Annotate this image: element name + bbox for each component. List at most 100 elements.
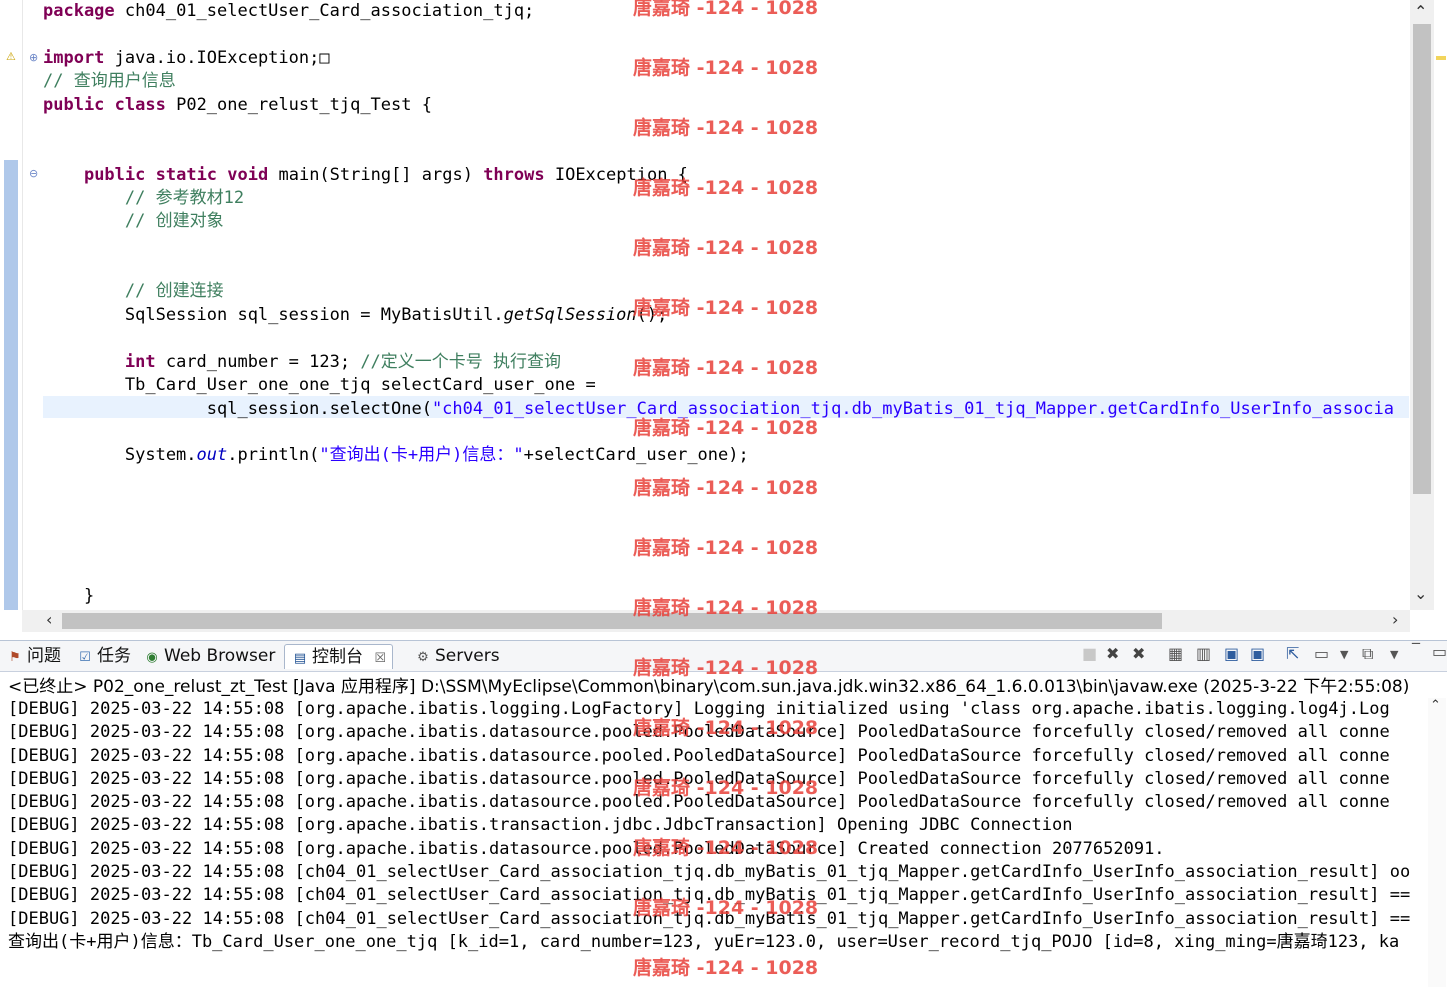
string-token: "查询出(卡+用户)信息：" xyxy=(319,445,524,465)
close-tab-icon[interactable]: ☒ xyxy=(374,651,386,666)
scroll-left-arrow-icon[interactable]: ‹ xyxy=(46,610,52,629)
code-line[interactable]: package ch04_01_selectUser_Card_associat… xyxy=(43,0,534,23)
comment-token: // 查询用户信息 xyxy=(43,71,176,91)
code-line[interactable]: SqlSession sql_session = MyBatisUtil.get… xyxy=(43,304,667,327)
editor-horizontal-scroll-thumb[interactable] xyxy=(62,613,1162,629)
tab-label: Servers xyxy=(435,646,500,666)
console-scroll-up-icon[interactable]: ⌃ xyxy=(1430,698,1441,713)
code-token: (); xyxy=(636,305,668,325)
code-line[interactable]: sql_session.selectOne("ch04_01_selectUse… xyxy=(43,398,1394,421)
keyword-token: throws xyxy=(483,165,545,185)
code-token: getSqlSession xyxy=(503,305,637,325)
expand-fold-icon[interactable]: ⊕ xyxy=(29,51,38,64)
comment-token: // 创建连接 xyxy=(124,281,224,301)
clear-console-icon[interactable]: ▦ xyxy=(1168,644,1183,663)
problems-icon: ⚑ xyxy=(9,650,21,665)
terminate-icon[interactable]: ■ xyxy=(1082,644,1097,663)
keyword-token: package xyxy=(43,1,115,21)
code-line[interactable]: // 参考教材12 xyxy=(43,187,244,210)
warning-icon: ⚠ xyxy=(6,50,16,63)
console-line: 查询出(卡+用户)信息：Tb_Card_User_one_one_tjq [k_… xyxy=(8,931,1400,952)
code-line[interactable]: // 创建对象 xyxy=(43,210,224,233)
comment-token: //定义一个卡号 执行查询 xyxy=(360,352,562,372)
console-line: [DEBUG] 2025-03-22 14:55:08 [org.apache.… xyxy=(8,722,1390,743)
open-console-icon[interactable]: ⧉ xyxy=(1362,644,1373,664)
code-token: P02_one_relust_tjq_Test { xyxy=(165,95,432,115)
tab-label: 任务 xyxy=(97,646,131,666)
code-line[interactable]: System.out.println("查询出(卡+用户)信息："+select… xyxy=(43,444,749,467)
show-console-on-output-icon[interactable]: ▣ xyxy=(1250,644,1265,663)
minimize-icon[interactable]: ‾ xyxy=(1412,640,1420,659)
servers-icon: ⚙ xyxy=(417,650,429,665)
code-token: SqlSession sql_session = MyBatisUtil. xyxy=(43,305,504,325)
console-line: [DEBUG] 2025-03-22 14:55:08 [org.apache.… xyxy=(8,815,1073,836)
pin-console-icon[interactable]: ⇱ xyxy=(1286,644,1299,663)
selection-range-bar xyxy=(4,160,18,610)
keyword-token: int xyxy=(124,352,156,372)
overview-ruler-marker[interactable] xyxy=(1436,56,1446,60)
console-line: [DEBUG] 2025-03-22 14:55:08 [ch04_01_sel… xyxy=(8,885,1411,906)
code-token: out xyxy=(196,445,228,465)
code-token: IOException { xyxy=(544,165,688,185)
console-line: [DEBUG] 2025-03-22 14:55:08 [org.apache.… xyxy=(8,792,1390,813)
console-line: [DEBUG] 2025-03-22 14:55:08 [ch04_01_sel… xyxy=(8,862,1411,883)
code-line[interactable]: int card_number = 123; //定义一个卡号 执行查询 xyxy=(43,351,561,374)
scroll-up-arrow-icon[interactable]: ⌃ xyxy=(1414,2,1427,21)
console-launch-header: <已终止> P02_one_relust_zt_Test [Java 应用程序]… xyxy=(8,677,1410,697)
code-token: main(String[] args) xyxy=(268,165,484,185)
web-browser-icon: ◉ xyxy=(146,650,158,665)
keyword-token: public xyxy=(83,165,146,185)
chevron-down-icon[interactable]: ▼ xyxy=(1390,648,1398,661)
tab-servers[interactable]: ⚙ Servers xyxy=(414,644,500,668)
code-token: □ xyxy=(319,48,330,68)
code-line[interactable]: } xyxy=(43,585,94,608)
code-token: Tb_Card_User_one_one_tjq selectCard_user… xyxy=(43,375,596,395)
remove-launch-icon[interactable]: ✖ xyxy=(1106,644,1119,663)
keyword-token: static xyxy=(155,165,218,185)
code-line[interactable]: import java.io.IOException;□ xyxy=(43,47,330,70)
code-line[interactable]: Tb_Card_User_one_one_tjq selectCard_user… xyxy=(43,374,596,397)
tasks-icon: ☑ xyxy=(79,650,91,665)
keyword-token: public xyxy=(43,95,105,115)
console-line: [DEBUG] 2025-03-22 14:55:08 [org.apache.… xyxy=(8,699,1390,719)
code-editor[interactable]: ⚠ ⊕ ⊖ package ch04_01_selectUser_Card_as… xyxy=(0,0,1447,632)
code-line[interactable]: // 查询用户信息 xyxy=(43,70,176,93)
code-line[interactable]: public class P02_one_relust_tjq_Test { xyxy=(43,94,432,117)
code-token: card_number = 123; xyxy=(155,352,361,372)
keyword-token: import xyxy=(43,48,105,68)
code-line[interactable]: public static void main(String[] args) t… xyxy=(43,164,688,187)
console-output[interactable]: [DEBUG] 2025-03-22 14:55:08 [org.apache.… xyxy=(8,698,1428,987)
code-token: ch04_01_selectUser_Card_association_tjq; xyxy=(114,1,535,21)
display-selected-console-icon[interactable]: ▭ xyxy=(1314,644,1329,663)
comment-token: // 参考教材12 xyxy=(124,188,245,208)
tab-problems[interactable]: ⚑ 问题 xyxy=(6,644,61,668)
tab-web-browser[interactable]: ◉ Web Browser xyxy=(143,644,275,668)
collapse-fold-icon[interactable]: ⊖ xyxy=(29,167,38,180)
chevron-down-icon[interactable]: ▼ xyxy=(1340,648,1348,661)
tab-console[interactable]: ▤ 控制台 ☒ xyxy=(284,644,394,669)
code-token: java.io.IOException; xyxy=(104,48,320,68)
remove-all-terminated-icon[interactable]: ✖ xyxy=(1132,644,1145,663)
scroll-right-arrow-icon[interactable]: › xyxy=(1392,610,1398,629)
console-vertical-scrollbar[interactable] xyxy=(1428,698,1446,987)
scroll-down-arrow-icon[interactable]: ⌄ xyxy=(1414,584,1427,603)
tab-label: 问题 xyxy=(27,646,61,666)
maximize-icon[interactable]: ▭ xyxy=(1432,642,1447,661)
scroll-lock-icon[interactable]: ▥ xyxy=(1196,644,1211,663)
code-token: sql_session.selectOne( xyxy=(43,399,432,419)
tab-tasks[interactable]: ☑ 任务 xyxy=(76,644,131,668)
code-line[interactable]: // 创建连接 xyxy=(43,280,224,303)
console-line: [DEBUG] 2025-03-22 14:55:08 [org.apache.… xyxy=(8,745,1390,766)
comment-token: // 创建对象 xyxy=(124,211,224,231)
keyword-token: class xyxy=(114,95,166,115)
editor-vertical-scroll-thumb[interactable] xyxy=(1413,24,1431,494)
tab-label: Web Browser xyxy=(164,646,276,666)
console-line: [DEBUG] 2025-03-22 14:55:08 [org.apache.… xyxy=(8,768,1390,789)
code-token: System. xyxy=(43,445,197,465)
word-wrap-icon[interactable]: ▣ xyxy=(1224,644,1239,663)
